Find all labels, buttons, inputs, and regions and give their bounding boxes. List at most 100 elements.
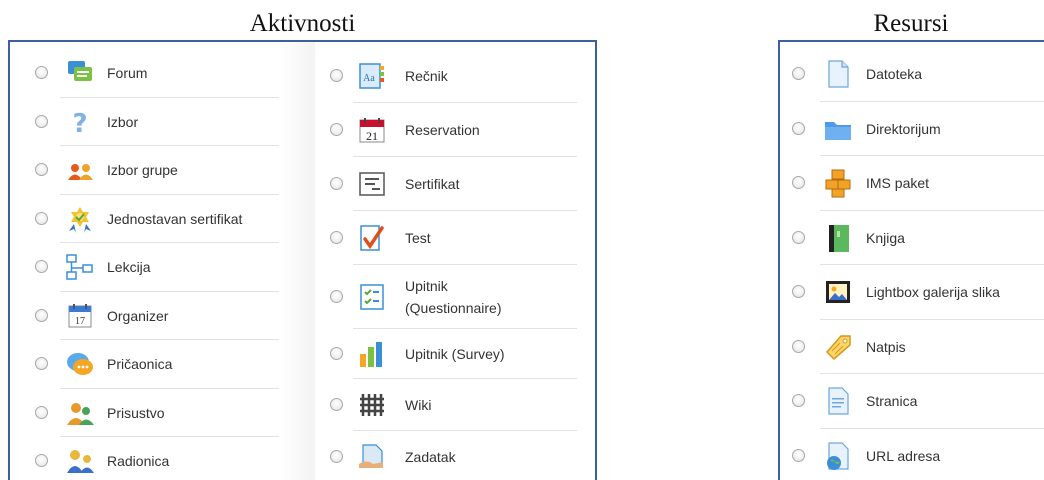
radio-button[interactable] (792, 394, 805, 407)
radio-button[interactable] (330, 177, 343, 190)
activity-option-wiki[interactable]: Wiki (315, 379, 597, 431)
certificate-badge-icon (65, 204, 95, 234)
label-tag-icon (823, 332, 853, 362)
resource-option-stranica[interactable]: Stranica (780, 374, 1044, 429)
radio-button[interactable] (330, 69, 343, 82)
option-label: Forum (107, 63, 147, 83)
activity-option-izbor-grupe[interactable]: Izbor grupe (10, 146, 315, 195)
attendance-icon (65, 398, 95, 428)
resource-option-knjiga[interactable]: Knjiga (780, 211, 1044, 266)
activity-option-forum[interactable]: Forum (10, 49, 315, 98)
option-label: Zadatak (405, 447, 456, 467)
option-label: Izbor grupe (107, 160, 178, 180)
activities-heading: Aktivnosti (8, 10, 597, 38)
activity-option-zadatak[interactable]: Zadatak (315, 431, 597, 480)
activity-option-test[interactable]: Test (315, 211, 597, 265)
resource-option-datoteka[interactable]: Datoteka (780, 47, 1044, 102)
chat-bubbles-icon (65, 349, 95, 379)
survey-bars-icon (357, 339, 387, 369)
activity-option-upitnik-questionnaire[interactable]: Upitnik (Questionnaire) (315, 265, 597, 329)
radio-button[interactable] (792, 340, 805, 353)
radio-button[interactable] (330, 347, 343, 360)
option-label: Knjiga (866, 228, 905, 248)
option-label: Lightbox galerija slika (866, 282, 1000, 302)
option-label: Datoteka (866, 64, 922, 84)
activity-option-prisustvo[interactable]: Prisustvo (10, 389, 315, 438)
ims-package-icon (823, 168, 853, 198)
group-choice-icon (65, 155, 95, 185)
svg-text:?: ? (72, 109, 87, 137)
activity-option-radionica[interactable]: Radionica (10, 437, 315, 480)
activity-option-recnik[interactable]: Aa Rečnik (315, 49, 597, 103)
option-label: Jednostavan sertifikat (107, 209, 242, 229)
svg-text:17: 17 (75, 316, 85, 327)
resources-heading: Resursi (778, 10, 1044, 38)
activity-option-reservation[interactable]: 21 Reservation (315, 103, 597, 157)
radio-button[interactable] (330, 398, 343, 411)
resource-option-url-adresa[interactable]: URL adresa (780, 429, 1044, 480)
lesson-tree-icon (65, 252, 95, 282)
activity-option-upitnik-survey[interactable]: Upitnik (Survey) (315, 329, 597, 379)
option-label: Rečnik (405, 66, 448, 86)
activity-option-sertifikat[interactable]: Sertifikat (315, 157, 597, 211)
option-label: Upitnik (Survey) (405, 344, 505, 364)
folder-icon (823, 114, 853, 144)
option-label: Wiki (405, 395, 431, 415)
radio-button[interactable] (330, 123, 343, 136)
resources-column: Datoteka Direktorijum IMS paket Knjiga Light… (780, 42, 1044, 480)
radio-button[interactable] (35, 309, 48, 322)
activities-column-left: Forum? Izbor Izbor grupe Jednostavan sertif… (10, 42, 315, 480)
page-icon (823, 386, 853, 416)
option-label: Natpis (866, 337, 906, 357)
radio-button[interactable] (792, 231, 805, 244)
option-label: Stranica (866, 391, 917, 411)
radio-button[interactable] (792, 285, 805, 298)
option-label: Organizer (107, 306, 168, 326)
radio-button[interactable] (330, 231, 343, 244)
option-label: Izbor (107, 112, 138, 132)
file-icon (823, 59, 853, 89)
radio-button[interactable] (330, 290, 343, 303)
radio-button[interactable] (35, 357, 48, 370)
resource-option-ims-paket[interactable]: IMS paket (780, 156, 1044, 211)
svg-text:21: 21 (366, 129, 378, 143)
option-label: Reservation (405, 120, 480, 140)
image-gallery-icon (823, 277, 853, 307)
option-label: Radionica (107, 451, 169, 471)
quiz-checkmark-icon (357, 223, 387, 253)
resource-option-direktorijum[interactable]: Direktorijum (780, 102, 1044, 157)
radio-button[interactable] (35, 406, 48, 419)
activity-option-izbor[interactable]: ? Izbor (10, 98, 315, 147)
option-label: Prisustvo (107, 403, 165, 423)
activity-option-organizer[interactable]: 17 Organizer (10, 292, 315, 341)
radio-button[interactable] (35, 260, 48, 273)
option-label: Test (405, 228, 431, 248)
svg-text:Aa: Aa (363, 73, 375, 84)
radio-button[interactable] (35, 163, 48, 176)
radio-button[interactable] (35, 66, 48, 79)
resource-option-natpis[interactable]: Natpis (780, 320, 1044, 375)
radio-button[interactable] (35, 212, 48, 225)
option-label: IMS paket (866, 173, 929, 193)
radio-button[interactable] (792, 67, 805, 80)
radio-button[interactable] (35, 115, 48, 128)
radio-button[interactable] (792, 176, 805, 189)
glossary-icon: Aa (357, 61, 387, 91)
radio-button[interactable] (330, 450, 343, 463)
option-label: Lekcija (107, 257, 151, 277)
radio-button[interactable] (792, 449, 805, 462)
option-label: Pričaonica (107, 354, 172, 374)
resources-panel: Datoteka Direktorijum IMS paket Knjiga Light… (778, 40, 1044, 480)
book-icon (823, 223, 853, 253)
resource-option-lightbox-galerija-slika[interactable]: Lightbox galerija slika (780, 265, 1044, 320)
radio-button[interactable] (35, 454, 48, 467)
activity-option-jednostavan-sertifikat[interactable]: Jednostavan sertifikat (10, 195, 315, 244)
activity-option-lekcija[interactable]: Lekcija (10, 243, 315, 292)
workshop-icon (65, 446, 95, 476)
calendar-17-icon: 17 (65, 301, 95, 331)
certificate-document-icon (357, 169, 387, 199)
radio-button[interactable] (792, 122, 805, 135)
option-label: URL adresa (866, 446, 940, 466)
activity-option-pricaonica[interactable]: Pričaonica (10, 340, 315, 389)
activities-panel: Forum? Izbor Izbor grupe Jednostavan sertif… (8, 40, 597, 480)
